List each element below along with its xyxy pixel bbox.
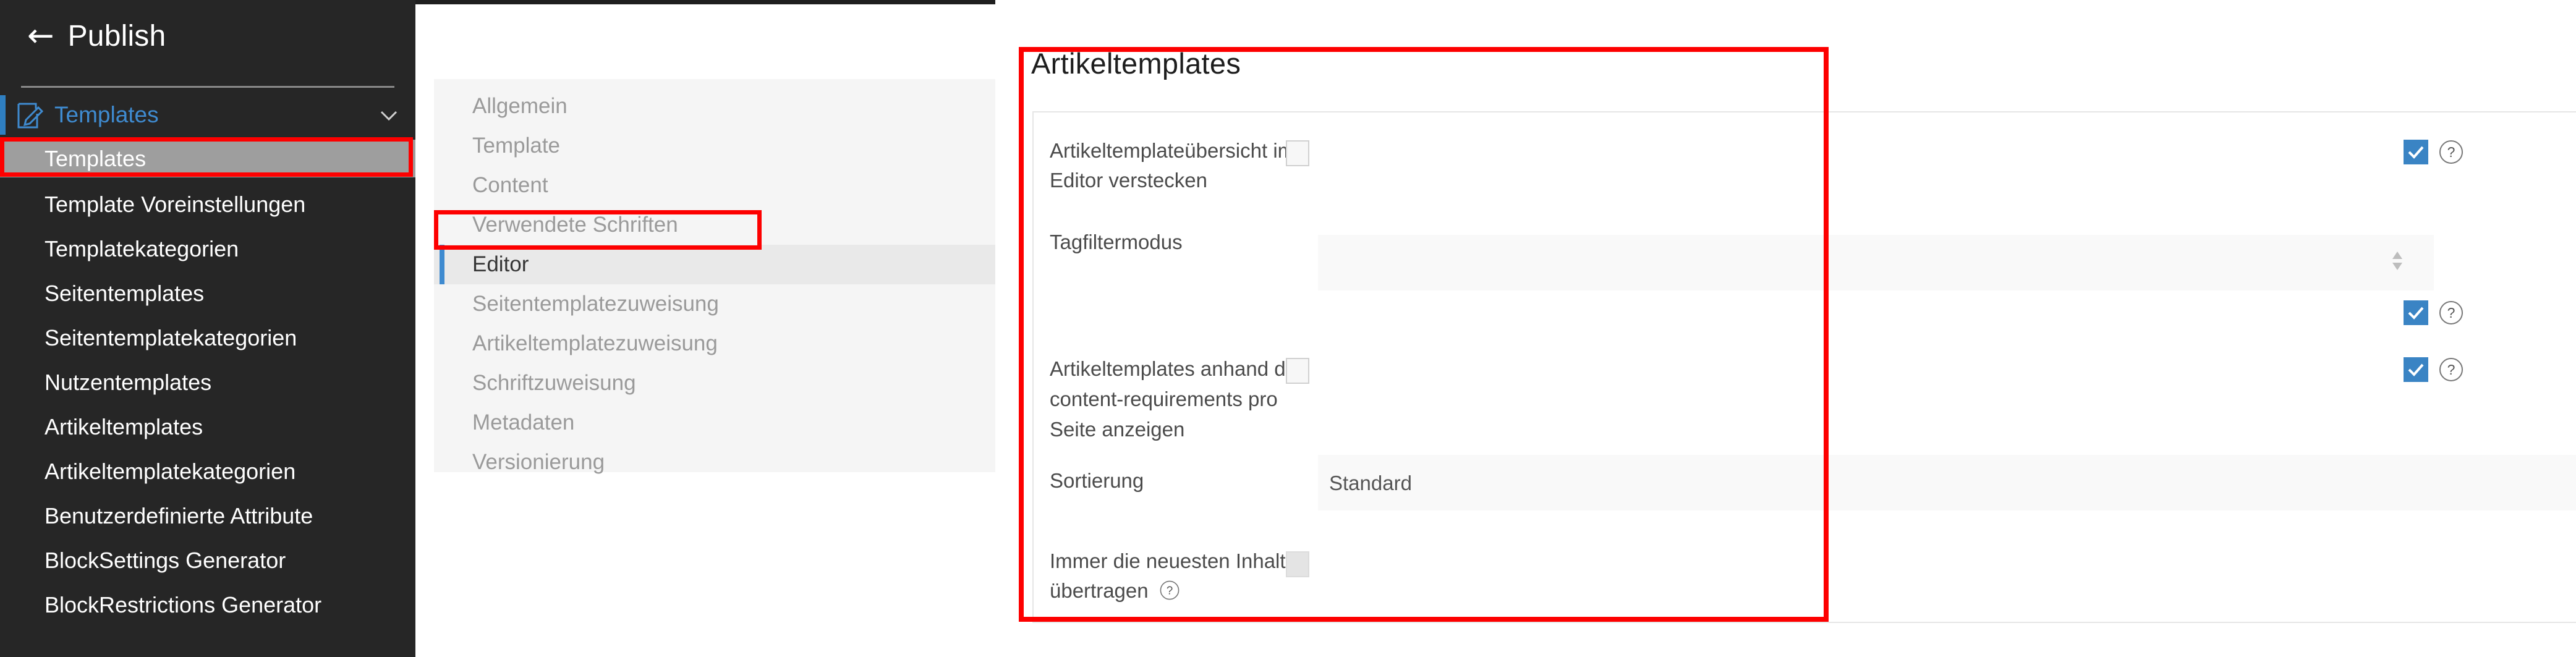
sidebar-item-benutzerdefinierte-attribute[interactable]: Benutzerdefinierte Attribute [0,497,415,535]
form-row-neueste-inhalte: Immer die neuesten Inhalte übertragen ? [1034,530,2576,617]
sidebar-item-templates[interactable]: Templates [0,140,415,177]
sidebar-item-nutzentemplates[interactable]: Nutzentemplates [0,363,415,401]
edit-document-icon [15,100,46,131]
page-title: Artikeltemplates [1031,47,1241,80]
sidebar-item-seitentemplatekategorien[interactable]: Seitentemplatekategorien [0,319,415,357]
subnav-item-label: Template [472,134,561,158]
help-icon[interactable]: ? [2438,300,2464,326]
checkbox-immer-neueste-inhalte-uebertragen[interactable] [1286,551,1309,577]
help-icon[interactable]: ? [2438,139,2464,165]
sidebar-group-label: Templates [54,102,159,127]
subnav-item-verwendete-schriften[interactable]: Verwendete Schriften [434,205,995,245]
sidebar-item-blockrestrictions-generator[interactable]: BlockRestrictions Generator [0,586,415,624]
app-window: ← Publish Templates Templates Template V… [0,0,2576,657]
form-row-tagfiltermodus: Tagfiltermodus ? [1034,208,2576,325]
subnav-item-label: Versionierung [472,450,605,474]
stepper-arrows-icon[interactable] [2389,248,2405,274]
group-active-accent-bar [0,95,6,135]
sidebar-item-label: Seitentemplatekategorien [45,324,297,350]
sidebar-item-artikeltemplates[interactable]: Artikeltemplates [0,408,415,446]
sidebar-item-label: Seitentemplates [45,280,205,306]
form-row-label: Sortierung [1050,469,1144,492]
subnav-item-label: Seitentemplatezuweisung [472,292,719,316]
subnav-item-content[interactable]: Content [434,166,995,205]
sidebar-item-label: Benutzerdefinierte Attribute [45,502,313,528]
sidebar-item-label: Template Voreinstellungen [45,191,306,217]
svg-text:?: ? [2447,305,2455,321]
sidebar-item-label: Templatekategorien [45,235,239,261]
sidebar-item-templatekategorien[interactable]: Templatekategorien [0,230,415,268]
subnav-item-versionierung[interactable]: Versionierung [434,443,995,482]
sidebar-item-artikeltemplatekategorien[interactable]: Artikeltemplatekategorien [0,452,415,490]
subnav-item-label: Metadaten [472,410,575,434]
form-row-label: Tagfiltermodus [1050,231,1183,253]
sidebar-group-templates[interactable]: Templates [0,95,415,135]
checkbox-artikeltemplateuebersicht-verstecken[interactable] [1286,140,1309,166]
form-row-artikeltemplateuebersicht: Artikeltemplateübersicht im Editor verst… [1034,112,2576,198]
row-enabled-checkbox[interactable] [2404,140,2428,164]
arrow-left-icon[interactable]: ← [27,20,54,52]
svg-text:?: ? [2447,144,2455,160]
left-sidebar: ← Publish Templates Templates Template V… [0,0,415,657]
subnav-item-seitentemplatezuweisung[interactable]: Seitentemplatezuweisung [434,284,995,324]
subnav-item-label: Allgemein [472,94,567,118]
subnav-item-schriftzuweisung[interactable]: Schriftzuweisung [434,363,995,403]
svg-text:?: ? [1167,583,1173,596]
form-bottom-divider [1032,622,2576,623]
sidebar-item-blocksettings-generator[interactable]: BlockSettings Generator [0,541,415,579]
subnav-item-label: Artikeltemplatezuweisung [472,331,718,355]
subnav-item-metadaten[interactable]: Metadaten [434,403,995,443]
sortierung-select[interactable] [1318,455,2576,511]
subnav-item-label: Content [472,173,548,197]
sortierung-value: Standard [1329,472,1412,494]
sidebar-item-label: BlockSettings Generator [45,547,286,573]
subnav-item-artikeltemplatezuweisung[interactable]: Artikeltemplatezuweisung [434,324,995,363]
sidebar-item-label: Artikeltemplatekategorien [45,458,296,484]
subnav-item-editor[interactable]: Editor [434,245,995,284]
help-icon[interactable]: ? [1159,579,1180,609]
subnav-item-label: Verwendete Schriften [472,213,678,237]
row-enabled-checkbox[interactable] [2404,357,2428,382]
sidebar-item-label: Templates [45,145,147,171]
row-enabled-checkbox[interactable] [2404,300,2428,325]
tagfiltermodus-select[interactable] [1318,235,2434,290]
subnav-item-label: Schriftzuweisung [472,371,636,395]
form-row-label: Artikeltemplateübersicht im Editor verst… [1050,139,1295,192]
help-icon[interactable]: ? [2438,357,2464,383]
subnav-panel: Allgemein Template Content Verwendete Sc… [434,79,995,474]
form-row-content-requirements: Artikeltemplates anhand der content-requ… [1034,328,2576,451]
sidebar-item-label: Nutzentemplates [45,369,212,395]
sidebar-title: Publish [67,19,166,53]
sidebar-item-seitentemplates[interactable]: Seitentemplates [0,274,415,312]
sidebar-item-label: BlockRestrictions Generator [45,591,322,617]
sidebar-back-header[interactable]: ← Publish [0,6,415,66]
checkbox-content-requirements-pro-seite[interactable] [1286,358,1309,384]
sidebar-item-template-voreinstellungen[interactable]: Template Voreinstellungen [0,185,415,223]
svg-text:?: ? [2447,362,2455,378]
sidebar-divider [21,86,394,88]
subnav-item-label: Editor [472,252,529,276]
form-row-sortierung: Sortierung Standard [1034,446,2576,514]
form-row-label: Artikeltemplates anhand der content-requ… [1050,357,1304,441]
chevron-down-icon[interactable] [378,104,399,125]
form-row-label: Immer die neuesten Inhalte übertragen ? [1050,546,1316,609]
subnav-item-template[interactable]: Template [434,126,995,166]
sidebar-item-label: Artikeltemplates [45,413,203,439]
subnav-item-allgemein[interactable]: Allgemein [434,87,995,126]
